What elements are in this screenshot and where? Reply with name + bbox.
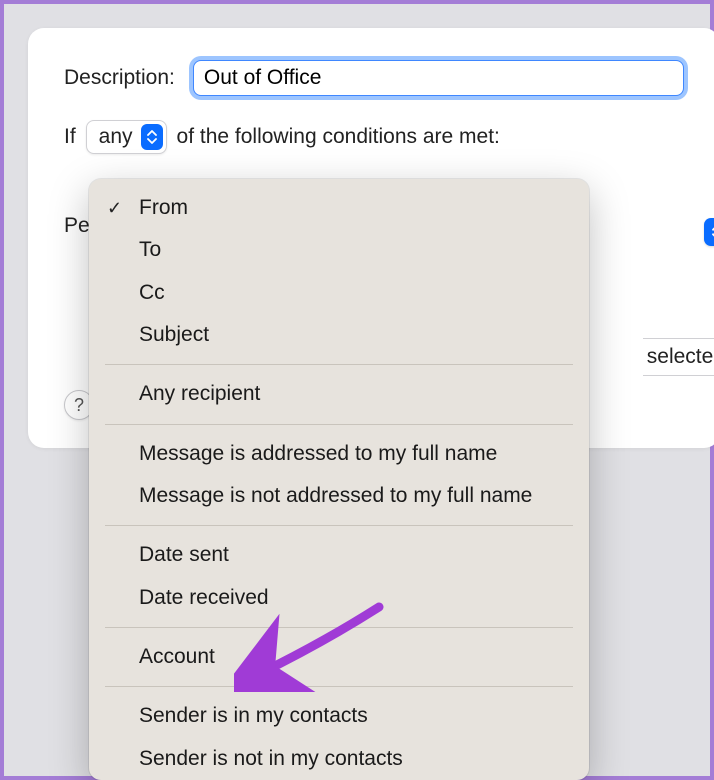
updown-stepper-icon	[141, 124, 163, 150]
menu-item[interactable]: Any recipient	[89, 373, 589, 415]
description-input[interactable]	[193, 60, 684, 96]
menu-item-label: To	[139, 236, 161, 264]
any-all-value: any	[99, 125, 133, 149]
menu-item[interactable]: Message is addressed to my full name	[89, 433, 589, 475]
description-row: Description:	[64, 60, 684, 96]
menu-item-label: Date sent	[139, 541, 229, 569]
menu-item-label: Subject	[139, 321, 209, 349]
condition-dropdown-menu[interactable]: ✓ From To Cc Subject Any recipient Message is …	[89, 179, 589, 780]
menu-item-label: Account	[139, 643, 215, 671]
menu-item-label: From	[139, 194, 188, 222]
condition-row: If any of the following conditions are m…	[64, 120, 684, 154]
menu-item[interactable]: Date received	[89, 577, 589, 619]
perform-text-partial: Pe	[64, 214, 90, 238]
menu-item[interactable]: Cc	[89, 272, 589, 314]
menu-item[interactable]: Subject	[89, 314, 589, 356]
menu-item[interactable]: Sender is not in my contacts	[89, 738, 589, 780]
menu-item[interactable]: To	[89, 229, 589, 271]
menu-item[interactable]: ✓ From	[89, 187, 589, 229]
updown-stepper-icon	[704, 218, 714, 246]
menu-item[interactable]: Message is not addressed to my full name	[89, 475, 589, 517]
description-label: Description:	[64, 66, 175, 90]
condition-field-stepper[interactable]	[704, 218, 714, 246]
menu-separator	[105, 686, 573, 687]
conditions-suffix-text: of the following conditions are met:	[177, 125, 500, 149]
menu-item-label: Message is addressed to my full name	[139, 440, 497, 468]
menu-item[interactable]: Account	[89, 636, 589, 678]
menu-separator	[105, 627, 573, 628]
menu-item[interactable]: Date sent	[89, 534, 589, 576]
menu-item-label: Date received	[139, 584, 269, 612]
menu-separator	[105, 364, 573, 365]
menu-item-label: Sender is not in my contacts	[139, 745, 403, 773]
checkmark-icon: ✓	[107, 196, 122, 220]
menu-item-label: Cc	[139, 279, 165, 307]
any-all-select[interactable]: any	[86, 120, 167, 154]
menu-item-label: Message is not addressed to my full name	[139, 482, 532, 510]
if-text: If	[64, 125, 76, 149]
action-field-partial: selected	[643, 338, 714, 376]
menu-item[interactable]: Sender is in my contacts	[89, 695, 589, 737]
menu-item-label: Sender is in my contacts	[139, 702, 368, 730]
menu-separator	[105, 424, 573, 425]
menu-item-label: Any recipient	[139, 380, 260, 408]
menu-separator	[105, 525, 573, 526]
